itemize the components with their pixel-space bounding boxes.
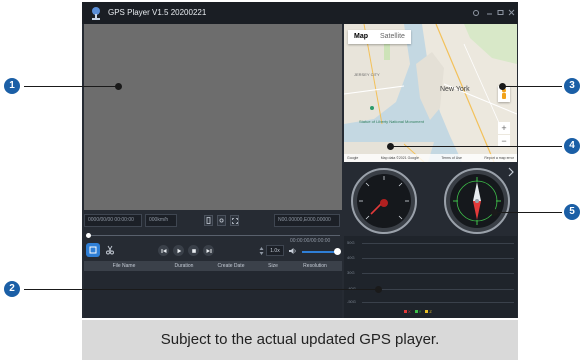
next-icon[interactable] — [203, 245, 214, 256]
playback-controls: 1.0x — [84, 242, 342, 260]
graph-gridline — [362, 302, 514, 303]
graph-gridline — [362, 258, 514, 259]
callout-5: 5 — [564, 204, 580, 220]
callout-2: 2 — [4, 281, 20, 297]
info-bar: 0000/00/00 00:00:00 000km/h N00.00000,E0… — [84, 214, 342, 228]
speaker-icon[interactable] — [287, 245, 297, 256]
callout-line-3 — [502, 86, 562, 87]
column-size[interactable]: Size — [258, 261, 288, 271]
map-label-jersey-city: JERSEY CITY — [354, 72, 380, 77]
zoom-in-button[interactable]: + — [498, 122, 510, 134]
legend-x: X — [404, 309, 411, 314]
callout-line-5 — [494, 212, 562, 213]
map-terms-link[interactable]: Terms of Use — [441, 154, 462, 162]
column-resolution[interactable]: Resolution — [288, 261, 342, 271]
settings-icon[interactable] — [470, 7, 481, 18]
app-logo-icon — [88, 5, 104, 21]
callout-dot-4 — [387, 143, 394, 150]
map-data-credit: Map data ©2021 Google — [380, 156, 419, 160]
fullscreen-icon[interactable] — [230, 215, 239, 226]
map-footer: Google Map data ©2021 Google Terms of Us… — [344, 154, 517, 162]
column-create-date[interactable]: Create Date — [204, 261, 258, 271]
graph-gridline — [362, 289, 514, 290]
tab-satellite[interactable]: Satellite — [374, 30, 411, 44]
graph-y-label: 30G — [347, 270, 355, 275]
callout-line-1 — [24, 86, 118, 87]
column-file-name[interactable]: File Name — [84, 261, 164, 271]
speed-readout: 000km/h — [145, 214, 177, 227]
camera-switch-icon[interactable] — [217, 215, 226, 226]
play-icon[interactable] — [173, 245, 184, 256]
map-report-link[interactable]: Report a map error — [484, 154, 514, 162]
graph-gridline — [362, 243, 514, 244]
file-table-header: File Name Duration Create Date Size Reso… — [84, 261, 342, 271]
map-panel[interactable]: Map Satellite JERSEY CITY New York Statu… — [344, 24, 517, 162]
speedometer-icon — [351, 168, 417, 234]
chevron-right-icon[interactable] — [507, 164, 515, 177]
file-list[interactable] — [84, 271, 342, 318]
gauge-panel — [344, 162, 517, 236]
callout-dot-3 — [499, 83, 506, 90]
column-duration[interactable]: Duration — [164, 261, 204, 271]
map-label-new-york: New York — [440, 86, 470, 93]
tab-map[interactable]: Map — [348, 30, 374, 44]
stop-icon[interactable] — [188, 245, 199, 256]
open-file-button[interactable] — [86, 243, 100, 257]
scissors-icon[interactable] — [103, 243, 117, 257]
g-sensor-graph: 50G 40G 30G -40G -50G X Y Z — [344, 236, 517, 318]
caption: Subject to the actual updated GPS player… — [82, 320, 518, 360]
progress-track[interactable] — [90, 235, 340, 236]
callout-line-4 — [390, 146, 562, 147]
title-bar: GPS Player V1.5 20200221 — [82, 2, 518, 24]
gps-player-window: GPS Player V1.5 20200221 0000/00/00 00:0… — [82, 2, 518, 318]
minimize-icon[interactable] — [484, 7, 495, 18]
map-view[interactable] — [344, 24, 517, 162]
video-display — [84, 24, 342, 210]
map-label-statue-of-liberty: Statue of Liberty National Monument — [359, 119, 424, 124]
coordinates-readout: N00.00000,E000.00000 — [274, 214, 340, 227]
close-icon[interactable] — [506, 7, 517, 18]
callout-dot-1 — [115, 83, 122, 90]
graph-gridline — [362, 273, 514, 274]
compass-icon — [444, 168, 510, 234]
volume-handle[interactable] — [334, 248, 341, 255]
graph-y-label: -50G — [347, 299, 356, 304]
callout-1: 1 — [4, 78, 20, 94]
callout-3: 3 — [564, 78, 580, 94]
callout-dot-5 — [491, 209, 498, 216]
callout-line-2 — [24, 289, 380, 290]
legend-z: Z — [425, 309, 432, 314]
speed-value: 1.0x — [266, 245, 284, 256]
app-title: GPS Player V1.5 20200221 — [108, 8, 207, 17]
speed-stepper[interactable] — [258, 245, 264, 256]
map-type-tabs: Map Satellite — [348, 30, 411, 44]
callout-4: 4 — [564, 138, 580, 154]
callout-dot-2 — [375, 286, 382, 293]
progress-handle[interactable] — [86, 233, 91, 238]
legend-y: Y — [414, 309, 421, 314]
graph-legend: X Y Z — [404, 309, 432, 314]
datetime-readout: 0000/00/00 00:00:00 — [84, 214, 142, 227]
graph-y-label: 50G — [347, 240, 355, 245]
map-brand: Google — [347, 156, 359, 160]
previous-icon[interactable] — [158, 245, 169, 256]
snapshot-icon[interactable] — [204, 215, 213, 226]
graph-y-label: 40G — [347, 255, 355, 260]
volume-slider[interactable] — [302, 251, 336, 253]
maximize-icon[interactable] — [495, 7, 506, 18]
